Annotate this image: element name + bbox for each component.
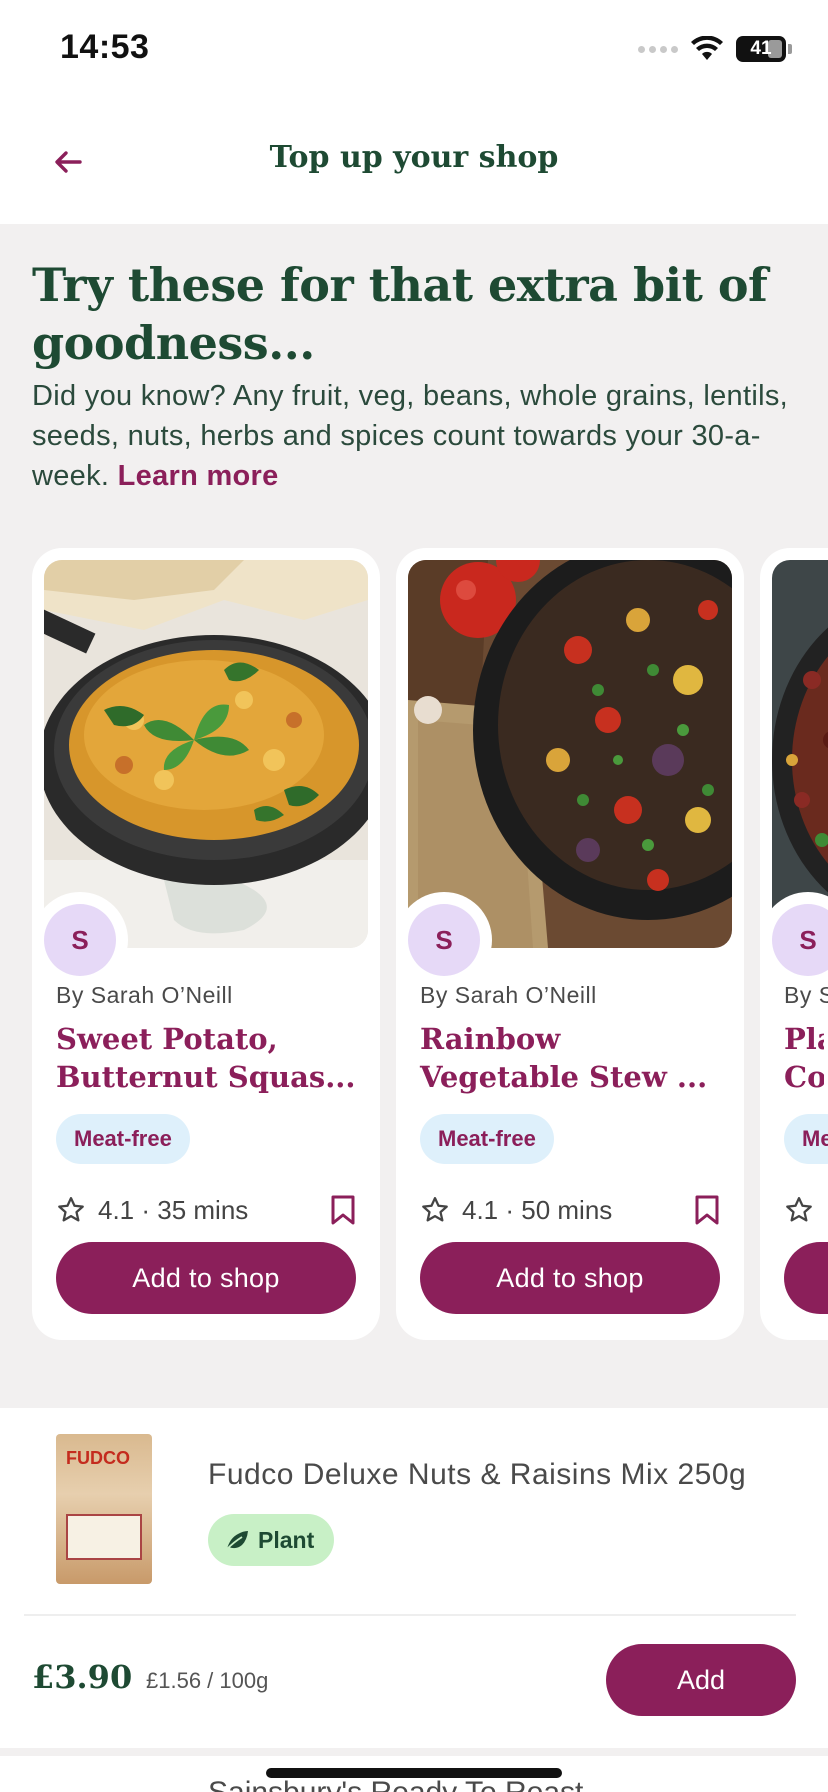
recipe-card[interactable]: S By Sarah O’Neill Sweet Potato, Buttern…: [32, 548, 380, 1340]
product-item[interactable]: FUDCO Fudco Deluxe Nuts & Raisins Mix 25…: [0, 1408, 828, 1748]
rating-row: ·: [784, 1192, 828, 1228]
plant-badge-label: Plant: [258, 1526, 315, 1553]
product-name[interactable]: Fudco Deluxe Nuts & Raisins Mix 250g: [208, 1458, 746, 1492]
recipe-image: [772, 560, 828, 948]
meat-free-tag: Meat-free: [420, 1114, 554, 1164]
product-image: FUDCO: [56, 1434, 152, 1584]
star-icon: [786, 1197, 812, 1222]
add-to-shop-button[interactable]: Add to shop: [420, 1242, 720, 1314]
product-price: £3.90: [32, 1658, 133, 1696]
bookmark-icon[interactable]: [694, 1194, 720, 1226]
add-to-shop-button[interactable]: Add to shop: [56, 1242, 356, 1314]
page-title: Top up your shop: [269, 140, 559, 175]
add-button[interactable]: Add: [606, 1644, 796, 1716]
recipe-title[interactable]: Sweet Potato, Butternut Squas...: [56, 1020, 362, 1096]
recipe-title[interactable]: Rainbow Vegetable Stew ...: [420, 1020, 726, 1096]
status-icons: 41: [638, 34, 792, 64]
unit-price: £1.56 / 100g: [146, 1668, 269, 1693]
battery-tip: [788, 44, 792, 54]
signal-icon: [638, 45, 678, 53]
product-label: [66, 1514, 142, 1560]
recipe-image: [44, 560, 368, 948]
product-brand-logo: FUDCO: [66, 1448, 130, 1468]
recipe-author: By Sarah O’Neill: [420, 982, 597, 1008]
rating-row: 4.1 · 50 mins: [420, 1192, 720, 1228]
author-avatar: S: [408, 904, 480, 976]
recipe-card[interactable]: S By S Pla Co Me ·: [760, 548, 828, 1340]
rating-duration: 4.1 · 50 mins: [462, 1194, 613, 1225]
hero-section: Try these for that extra bit of goodness…: [32, 256, 802, 496]
recipe-author: By Sarah O’Neill: [56, 982, 233, 1008]
recipe-carousel[interactable]: S By Sarah O’Neill Sweet Potato, Buttern…: [0, 548, 828, 1340]
meat-free-tag: Me: [784, 1114, 828, 1164]
top-bar: Top up your shop: [0, 100, 828, 224]
leaf-icon: [226, 1531, 248, 1550]
recipe-card[interactable]: S By Sarah O’Neill Rainbow Vegetable Ste…: [396, 548, 744, 1340]
next-product-name: Sainsbury's Ready To Roast: [208, 1776, 583, 1792]
recipe-author: By S: [784, 982, 828, 1008]
add-to-shop-button[interactable]: [784, 1242, 828, 1314]
divider: [24, 1614, 796, 1616]
rating-row: 4.1 · 35 mins: [56, 1192, 356, 1228]
recipe-title[interactable]: Pla Co: [784, 1020, 824, 1096]
plant-badge: Plant: [208, 1514, 335, 1566]
wifi-icon: [691, 36, 723, 60]
battery-level: 41: [750, 38, 772, 59]
recipe-image: [408, 560, 732, 948]
battery-icon: 41: [736, 36, 786, 62]
status-time: 14:53: [60, 28, 150, 66]
bookmark-icon[interactable]: [330, 1194, 356, 1226]
meat-free-tag: Meat-free: [56, 1114, 190, 1164]
author-avatar: S: [44, 904, 116, 976]
section-heading: Try these for that extra bit of goodness…: [32, 258, 768, 370]
status-bar: 14:53 41: [0, 0, 828, 100]
section-description: Did you know? Any fruit, veg, beans, who…: [32, 376, 802, 496]
home-indicator[interactable]: [266, 1768, 562, 1778]
rating-duration: 4.1 · 35 mins: [98, 1194, 249, 1225]
star-icon: [58, 1197, 84, 1222]
learn-more-link[interactable]: Learn more: [118, 460, 279, 492]
star-icon: [422, 1197, 448, 1222]
